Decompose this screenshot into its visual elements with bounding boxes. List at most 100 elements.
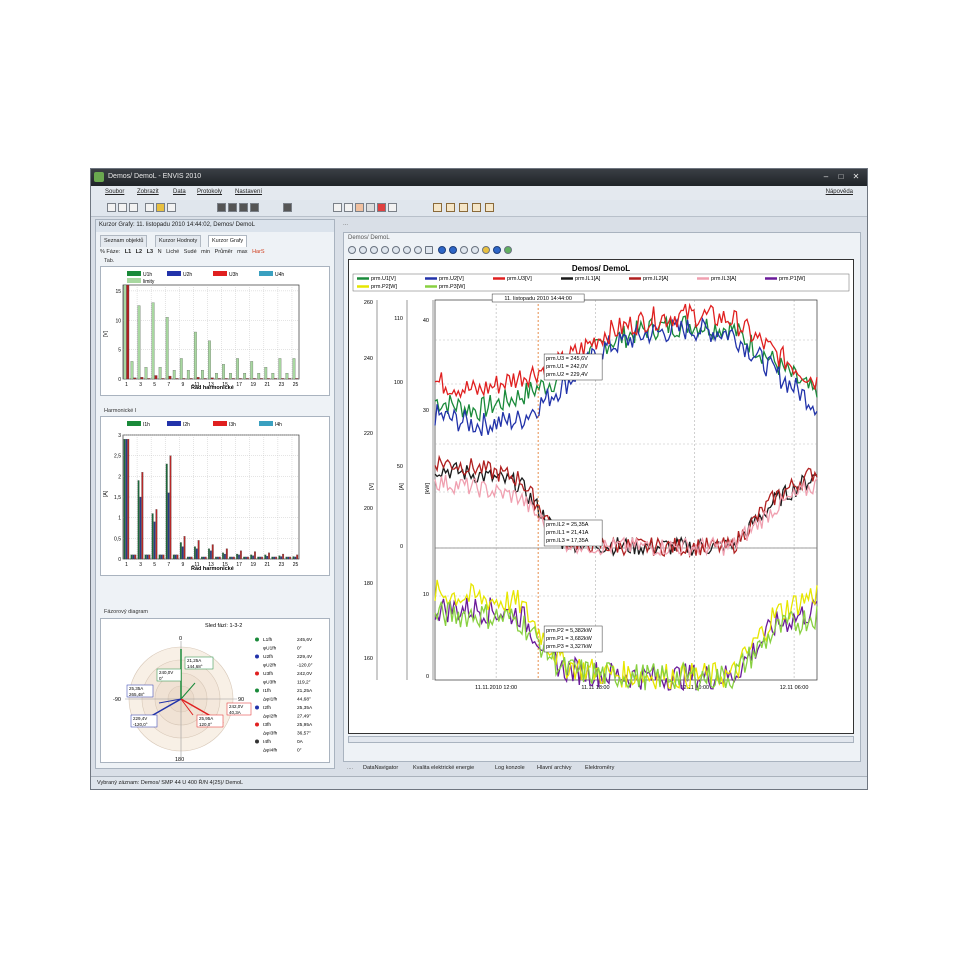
cursor-icon[interactable] — [460, 246, 468, 254]
wave-icon[interactable] — [366, 203, 375, 212]
menu-data[interactable]: Data — [173, 189, 186, 195]
close-button[interactable]: ✕ — [849, 172, 863, 182]
tab-power-quality[interactable]: Kvalita elektrické energie — [413, 765, 474, 771]
phase-l1-button[interactable]: L1 — [125, 249, 131, 255]
nav-left-icon[interactable] — [438, 246, 446, 254]
legend-u3: U3h — [229, 272, 238, 278]
bar-limity-17 — [236, 358, 239, 380]
print-icon[interactable] — [129, 203, 138, 212]
refresh-icon[interactable] — [156, 203, 165, 212]
bar-u1h-7 — [168, 375, 172, 380]
chart-document-tab[interactable]: Demos/ DemoL — [348, 235, 390, 241]
v-axis-tick: 160 — [364, 656, 373, 662]
alarm-icon[interactable] — [377, 203, 386, 212]
zoom-reset-icon[interactable] — [414, 246, 422, 254]
report-icon-3[interactable] — [459, 203, 468, 212]
chart-horizontal-scrollbar[interactable] — [348, 736, 854, 743]
report-icon-5[interactable] — [485, 203, 494, 212]
bar-i3h-15 — [225, 548, 228, 560]
export-chart-icon[interactable] — [504, 246, 512, 254]
zoom-in-icon[interactable] — [348, 246, 356, 254]
phasor-row-name: U3fh — [263, 671, 273, 677]
bar-limity-10 — [186, 370, 190, 380]
zoom-fit-icon[interactable] — [392, 246, 400, 254]
avg-button[interactable]: Průměr — [215, 249, 233, 255]
zoom-y-icon[interactable] — [381, 246, 389, 254]
nav-right-icon[interactable] — [449, 246, 457, 254]
bar-i2h-10 — [188, 556, 191, 560]
menu-protokoly[interactable]: Protokoly — [197, 189, 222, 195]
maximize-button[interactable]: □ — [834, 172, 848, 182]
save-icon[interactable] — [118, 203, 127, 212]
view-icon-3[interactable] — [239, 203, 248, 212]
settings-icon[interactable] — [388, 203, 397, 212]
tab-kurzor-hodnoty[interactable]: Kurzor Hodnoty — [155, 235, 202, 247]
phase-l3-button[interactable]: L3 — [147, 249, 153, 255]
report-icon-2[interactable] — [446, 203, 455, 212]
bar-i2h-9 — [181, 546, 184, 560]
report-icon-1[interactable] — [433, 203, 442, 212]
bar-i1h-13 — [208, 548, 210, 560]
view-icon-4[interactable] — [250, 203, 259, 212]
tab-electricity-meters[interactable]: Elektroměry — [585, 765, 614, 771]
phasor-row-value: 245,6V — [297, 637, 313, 643]
annotation-2: 144,68° — [187, 664, 203, 669]
bar-i2h-22 — [273, 556, 276, 560]
bar-u1h-9 — [182, 378, 186, 380]
graph-icon-2[interactable] — [344, 203, 353, 212]
tab-datanavigator[interactable]: DataNavigator — [363, 765, 398, 771]
hars-button[interactable]: HarS — [252, 249, 265, 255]
table-icon[interactable] — [425, 246, 433, 254]
cursor-time-label: 11. listopadu 2010 14:44:00 — [504, 296, 571, 302]
zoom-out-icon[interactable] — [359, 246, 367, 254]
copy-icon[interactable] — [145, 203, 154, 212]
export-icon[interactable] — [283, 203, 292, 212]
phasor-row-value: 25,35A — [297, 705, 313, 711]
bar-i3h-24 — [289, 556, 292, 560]
bar-i2h-13 — [209, 550, 212, 560]
legend-frame — [352, 273, 850, 292]
legend-u2: U2h — [183, 272, 192, 278]
tab-kurzor-grafy[interactable]: Kurzor Grafy — [208, 235, 248, 247]
bar-limity-13 — [208, 340, 211, 380]
a-axis-tick: 100 — [394, 380, 403, 386]
graph-icon-3[interactable] — [355, 203, 364, 212]
view-icon-1[interactable] — [217, 203, 226, 212]
tab-seznam-objektu[interactable]: Seznam objektů — [100, 235, 148, 247]
cursor-i-value: prm.IL3 = 17,35A — [546, 538, 589, 544]
x-tick-label: 15 — [222, 382, 228, 388]
min-button[interactable]: min — [201, 249, 210, 255]
even-button[interactable]: Sudé — [184, 249, 197, 255]
clipboard-icon[interactable] — [167, 203, 176, 212]
menu-zobrazit[interactable]: Zobrazit — [137, 189, 159, 195]
tab-log-console[interactable]: Log konzole — [495, 765, 525, 771]
view-icon-2[interactable] — [228, 203, 237, 212]
bar-i3h-20 — [261, 556, 263, 560]
legend-label: prm.IL1[A] — [575, 276, 601, 282]
zoom-area-icon[interactable] — [403, 246, 411, 254]
minimize-button[interactable]: – — [819, 172, 833, 182]
bar-i2h-7 — [167, 492, 170, 560]
odd-button[interactable]: Liché — [166, 249, 179, 255]
tab-main-archives[interactable]: Hlavní archivy — [537, 765, 572, 771]
info-icon[interactable] — [493, 246, 501, 254]
phase-l2-button[interactable]: L2 — [136, 249, 142, 255]
max-button[interactable]: max — [237, 249, 247, 255]
bottom-tabs-more[interactable]: .... — [347, 765, 353, 771]
menu-nastaveni[interactable]: Nastavení — [235, 189, 262, 195]
bar-i3h-17 — [239, 550, 242, 560]
bar-limity-20 — [257, 373, 261, 380]
print-chart-icon[interactable] — [471, 246, 479, 254]
zoom-x-icon[interactable] — [370, 246, 378, 254]
bar-u1h-4 — [147, 378, 151, 380]
report-icon-4[interactable] — [472, 203, 481, 212]
graph-icon-1[interactable] — [333, 203, 342, 212]
bar-limity-21 — [264, 367, 268, 380]
x-tick-label: 17 — [236, 382, 242, 388]
color-icon[interactable] — [482, 246, 490, 254]
phasor-row-marker — [255, 722, 259, 727]
phase-n-button[interactable]: N — [158, 249, 162, 255]
menu-soubor[interactable]: Soubor — [105, 189, 124, 195]
menu-help[interactable]: Nápověda — [826, 189, 853, 195]
open-icon[interactable] — [107, 203, 116, 212]
